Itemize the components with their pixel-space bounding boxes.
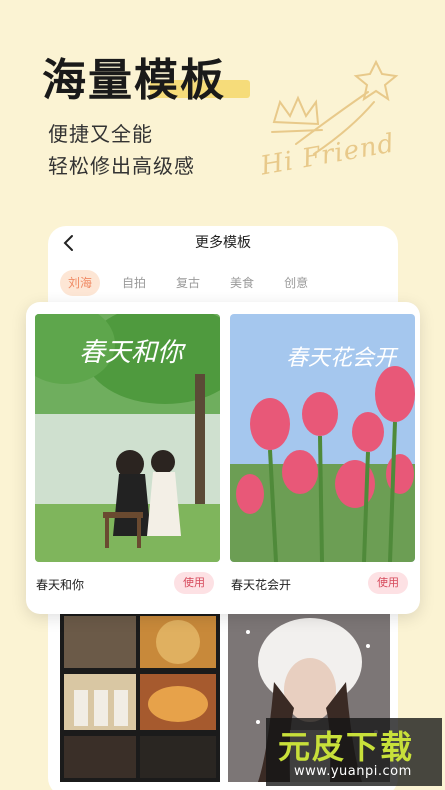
screen-topbar: 更多模板 — [48, 226, 398, 266]
tab-liuhai[interactable]: 刘海 — [60, 270, 101, 296]
watermark-url: www.yuanpi.com — [294, 764, 412, 779]
tab-food[interactable]: 美食 — [222, 270, 262, 296]
site-watermark: 元皮下载 www.yuanpi.com — [266, 718, 442, 786]
tab-creative[interactable]: 创意 — [276, 270, 316, 296]
tab-retro[interactable]: 复古 — [168, 270, 208, 296]
template-spring-with-you[interactable]: 春天和你 — [35, 314, 220, 562]
spring-with-you-overlay: 春天和你 — [79, 338, 184, 368]
food-collage-image — [60, 612, 220, 782]
template-name-spring-flowers: 春天花会开 — [231, 578, 292, 592]
watermark-title: 元皮下载 — [278, 728, 415, 766]
tab-selfie[interactable]: 自拍 — [114, 270, 154, 296]
template-food-collage[interactable] — [60, 612, 220, 782]
category-tabs: 刘海 自拍 复古 美食 创意 — [60, 270, 316, 296]
featured-templates-card: 春天和你 春天花会开 春天和你 使用 春天花会开 使用 — [26, 302, 420, 614]
use-button-spring-flowers[interactable]: 使用 — [368, 572, 408, 594]
spring-flowers-overlay: 春天花会开 — [286, 346, 397, 371]
screen-title: 更多模板 — [195, 235, 251, 251]
template-spring-flowers[interactable]: 春天花会开 — [230, 314, 415, 562]
subtitle-line-1: 便捷又全能 — [48, 122, 153, 146]
page-title: 海量模板 — [42, 55, 226, 106]
template-name-spring-with-you: 春天和你 — [36, 578, 85, 592]
use-button-spring-with-you[interactable]: 使用 — [174, 572, 214, 594]
subtitle-line-2: 轻松修出高级感 — [48, 154, 195, 178]
